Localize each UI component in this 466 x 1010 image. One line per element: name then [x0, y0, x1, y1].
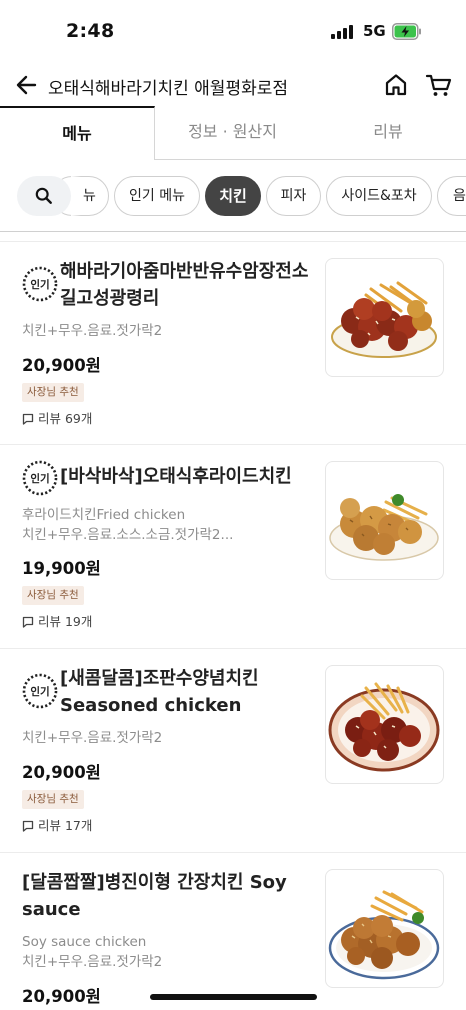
menu-item[interactable]: 인기 해바라기아줌마반반유수암장전소 길고성광령리 치킨+무우.음료.젓가락2 …	[0, 242, 466, 444]
back-arrow-icon[interactable]	[14, 72, 40, 98]
item-price: 20,900원	[22, 763, 101, 782]
svg-text:인기: 인기	[30, 278, 49, 291]
item-name: [새콤달콤]조판수양념치킨	[60, 668, 259, 689]
comment-icon	[22, 413, 34, 425]
tab-info[interactable]: 정보 · 원산지	[155, 106, 310, 160]
review-count-label: 리뷰 17개	[38, 818, 93, 833]
battery-icon	[392, 23, 421, 40]
item-name: [달콤짭짤]병진이형 간장치킨 Soy	[22, 872, 287, 893]
tab-menu[interactable]: 메뉴	[0, 106, 155, 160]
review-count: 리뷰 19개	[22, 614, 92, 630]
item-name: 해바라기아줌마반반유수암장전소	[60, 261, 309, 282]
comment-icon	[22, 820, 34, 832]
item-description: Soy sauce chicken	[22, 934, 147, 950]
tab-bar: 메뉴 정보 · 원산지 리뷰	[0, 106, 466, 160]
chicken-photo	[329, 494, 439, 561]
item-description: 후라이드치킨Fried chicken	[22, 507, 186, 523]
tab-reviews[interactable]: 리뷰	[310, 106, 466, 160]
item-price: 20,900원	[22, 987, 101, 1006]
popular-badge-icon: 인기	[22, 673, 58, 709]
home-icon[interactable]	[383, 72, 409, 98]
chip-side[interactable]: 사이드&포차	[326, 176, 432, 216]
menu-search-button[interactable]	[17, 176, 71, 216]
owner-recommend-badge: 사장님 추천	[22, 586, 84, 605]
item-price: 19,900원	[22, 559, 101, 578]
menu-photo	[325, 869, 444, 988]
item-description: 치킨+무우.음료.젓가락2	[22, 323, 163, 339]
review-count-label: 리뷰 19개	[38, 614, 93, 629]
review-count-label: 리뷰 69개	[38, 411, 93, 426]
svg-text:인기: 인기	[30, 685, 49, 698]
item-name: sauce	[22, 899, 81, 920]
chicken-photo	[328, 890, 440, 980]
chip-popular[interactable]: 인기 메뉴	[114, 176, 200, 216]
chips-divider	[0, 231, 466, 232]
menu-item[interactable]: 인기 [새콤달콤]조판수양념치킨 Seasoned chicken 치킨+무우.…	[0, 649, 466, 851]
menu-photo	[325, 258, 444, 377]
review-count: 리뷰 17개	[22, 818, 92, 834]
chip-chicken[interactable]: 치킨	[205, 176, 261, 216]
chicken-photo	[328, 682, 440, 772]
cart-icon[interactable]	[425, 72, 453, 98]
tab-divider	[155, 159, 466, 160]
popular-badge-icon: 인기	[22, 266, 58, 302]
item-name: [바삭바삭]오태식후라이드치킨	[60, 466, 292, 487]
menu-item[interactable]: [달콤짭짤]병진이형 간장치킨 Soy sauce Soy sauce chic…	[0, 853, 466, 1010]
review-count: 리뷰 69개	[22, 411, 92, 427]
chicken-photo	[331, 281, 437, 358]
store-title: 오태식해바라기치킨 애월평화로점	[48, 79, 289, 99]
item-name: Seasoned chicken	[60, 695, 242, 716]
network-type: 5G	[363, 22, 386, 40]
item-name: 길고성광령리	[60, 288, 160, 309]
status-bar: 2:48 5G	[0, 0, 466, 62]
item-description: 치킨+무우.음료.젓가락2	[22, 730, 163, 746]
item-description: 치킨+무우.음료.소스.소금.젓가락2...	[22, 527, 234, 543]
item-description: 치킨+무우.음료.젓가락2	[22, 954, 163, 970]
menu-photo	[325, 665, 444, 784]
svg-text:인기: 인기	[30, 472, 49, 485]
owner-recommend-badge: 사장님 추천	[22, 383, 84, 402]
menu-item[interactable]: 인기 [바삭바삭]오태식후라이드치킨 후라이드치킨Fried chicken 치…	[0, 445, 466, 647]
home-indicator	[150, 994, 317, 1000]
status-time: 2:48	[66, 20, 115, 42]
item-price: 20,900원	[22, 356, 101, 375]
owner-recommend-badge: 사장님 추천	[22, 790, 84, 809]
popular-badge-icon: 인기	[22, 460, 58, 496]
category-chips: 뉴 인기 메뉴 치킨 피자 사이드&포차 음	[0, 176, 466, 216]
comment-icon	[22, 616, 34, 628]
search-icon	[35, 187, 52, 204]
chip-pizza[interactable]: 피자	[266, 176, 321, 216]
app-header: 오태식해바라기치킨 애월평화로점	[0, 62, 466, 108]
chip-drinks[interactable]: 음	[437, 176, 466, 216]
chip-fade	[71, 176, 81, 216]
menu-photo	[325, 461, 444, 580]
signal-icon	[331, 25, 355, 39]
